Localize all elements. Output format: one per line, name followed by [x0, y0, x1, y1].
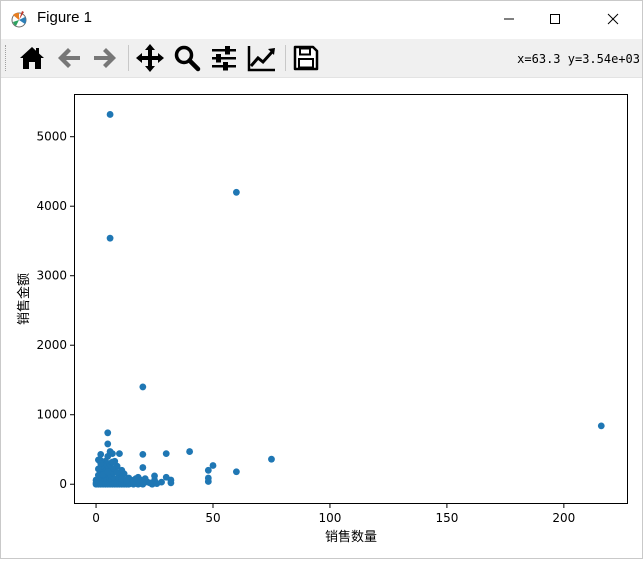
edit-axes-button[interactable]	[246, 42, 278, 74]
forward-button[interactable]	[89, 42, 121, 74]
data-point	[204, 466, 212, 474]
y-tick-label: 2000	[36, 338, 67, 352]
y-axis-label: 销售金额	[16, 273, 32, 325]
maximize-button[interactable]	[532, 1, 578, 37]
toolbar-grip[interactable]	[5, 45, 9, 71]
x-tick-label: 150	[435, 511, 458, 525]
x-tick-label: 200	[552, 511, 575, 525]
data-point	[116, 450, 123, 458]
data-point	[139, 450, 147, 458]
minimize-icon	[504, 18, 514, 20]
data-point	[104, 440, 112, 448]
back-button[interactable]	[53, 42, 85, 74]
data-point	[268, 455, 275, 463]
scatter-plot[interactable]: 0 50 100 150 200 010002000300040005000 销售数量 …	[1, 78, 642, 558]
move-icon	[136, 44, 164, 72]
arrow-left-icon	[58, 48, 80, 68]
y-tick-label: 4000	[36, 199, 67, 213]
data-point	[232, 188, 240, 196]
subplots-button[interactable]	[208, 42, 240, 74]
cursor-coordinates: x=63.3 y=3.54e+03	[517, 52, 640, 66]
data-point	[113, 469, 121, 476]
data-point	[158, 478, 165, 486]
data-point	[146, 479, 154, 487]
title-bar[interactable]: Figure 1	[1, 1, 642, 37]
matplotlib-icon	[11, 11, 27, 28]
zoom-button[interactable]	[171, 42, 203, 74]
data-point	[106, 111, 114, 118]
data-point	[139, 383, 147, 391]
arrow-right-icon	[94, 48, 116, 68]
data-point	[104, 468, 112, 476]
close-button[interactable]	[590, 1, 636, 37]
toolbar-separator	[128, 45, 129, 71]
x-axis: 0 50 100 150 200	[92, 504, 575, 525]
pan-button[interactable]	[134, 42, 166, 74]
data-point	[109, 458, 116, 466]
floppy-disk-icon	[293, 45, 319, 71]
line-chart-icon	[247, 46, 275, 72]
window-title: Figure 1	[37, 9, 93, 26]
data-point	[167, 479, 175, 487]
data-point	[204, 478, 212, 485]
data-point	[139, 464, 147, 471]
figure-canvas[interactable]: 0 50 100 150 200 0 1000 2000 3000 4000 5000 销售数量 …	[1, 78, 642, 558]
data-point	[162, 450, 170, 458]
x-tick-label: 0	[92, 511, 100, 525]
toolbar-separator	[285, 45, 286, 71]
y-tick-label: 3000	[36, 269, 67, 283]
minimize-button[interactable]	[486, 1, 532, 37]
data-point	[186, 448, 194, 455]
magnifier-icon	[174, 45, 201, 72]
home-icon	[20, 47, 44, 69]
y-axis: 0 1000 2000 3000 4000 5000	[36, 130, 74, 491]
data-point	[597, 422, 605, 430]
y-tick-label: 1000	[36, 408, 67, 422]
y-tick-label: 0	[59, 477, 67, 491]
data-point	[94, 456, 102, 464]
figure-window: Figure 1 x=63.3 y=3.54e+03 0 50 100 150 …	[0, 0, 643, 559]
x-axis-label: 销售数量	[325, 529, 377, 545]
home-button[interactable]	[16, 42, 48, 74]
sliders-icon	[212, 46, 236, 71]
data-point	[104, 429, 112, 437]
y-tick-label: 5000	[36, 130, 67, 144]
data-point	[123, 476, 130, 484]
data-point	[232, 468, 240, 476]
maximize-icon	[550, 14, 560, 24]
axes-frame	[74, 94, 628, 504]
x-tick-label: 100	[318, 511, 341, 525]
close-icon	[607, 13, 619, 25]
navigation-toolbar: x=63.3 y=3.54e+03	[1, 39, 642, 78]
save-button[interactable]	[290, 42, 322, 74]
data-point	[106, 234, 114, 242]
x-tick-label: 50	[205, 511, 220, 525]
